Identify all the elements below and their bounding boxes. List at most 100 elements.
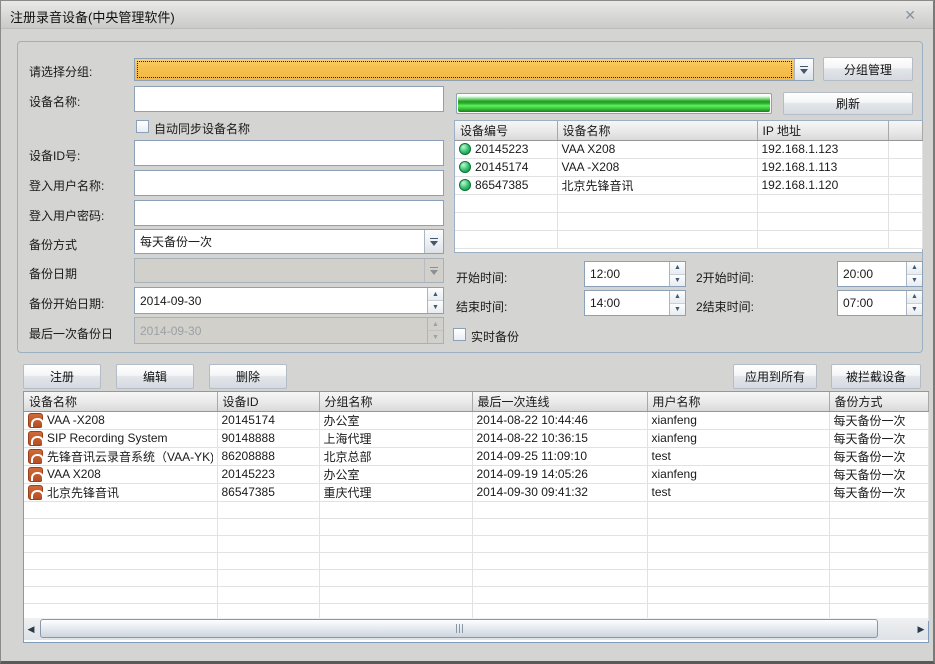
table-row[interactable]: 86547385 北京先锋音讯 192.168.1.120 xyxy=(455,176,922,194)
backup-start-spinner[interactable]: 2014-09-30 ▲ ▼ xyxy=(134,287,444,314)
scanned-device-table[interactable]: 设备编号 设备名称 IP 地址 20145223 VAA X208 192.16… xyxy=(454,120,923,253)
device-name: VAA X208 xyxy=(47,467,101,481)
spin-up-icon[interactable]: ▲ xyxy=(907,262,922,275)
online-led-icon xyxy=(459,161,471,173)
device-id: 86208888 xyxy=(217,447,319,465)
device-no: 20145223 xyxy=(475,142,528,156)
col-header-name[interactable]: 设备名称 xyxy=(24,392,217,411)
backup-mode: 每天备份一次 xyxy=(829,447,928,465)
login-user-input[interactable] xyxy=(134,170,444,196)
device-id: 20145223 xyxy=(217,465,319,483)
backup-mode-combobox[interactable]: 每天备份一次 xyxy=(134,229,444,254)
login-password-input[interactable] xyxy=(134,200,444,226)
backup-mode-dropdown-button[interactable] xyxy=(424,230,443,253)
device-name: VAA -X208 xyxy=(47,413,105,427)
scroll-right-icon[interactable]: ▶ xyxy=(914,618,928,640)
scroll-grip-icon xyxy=(459,624,460,633)
spin-down-icon[interactable]: ▼ xyxy=(670,275,685,287)
group-select-label: 请选择分组: xyxy=(29,63,92,80)
spin-down-icon[interactable]: ▼ xyxy=(907,304,922,316)
refresh-button-label: 刷新 xyxy=(836,95,860,112)
table-row[interactable]: 先锋音讯云录音系统（VAA-YK)... 86208888 北京总部 2014-… xyxy=(24,447,928,465)
col-header-user[interactable]: 用户名称 xyxy=(647,392,829,411)
col-header-empty xyxy=(888,121,922,140)
backup-mode: 每天备份一次 xyxy=(829,465,928,483)
user-name: xianfeng xyxy=(647,429,829,447)
scroll-thumb[interactable] xyxy=(40,619,878,638)
spin-up-icon[interactable]: ▲ xyxy=(428,288,443,301)
scroll-grip-icon xyxy=(462,624,463,633)
col-header-device-no[interactable]: 设备编号 xyxy=(455,121,557,140)
spin-up-icon[interactable]: ▲ xyxy=(907,291,922,304)
table-row[interactable]: 20145223 VAA X208 192.168.1.123 xyxy=(455,140,922,158)
col-header-id[interactable]: 设备ID xyxy=(217,392,319,411)
scroll-left-icon[interactable]: ◀ xyxy=(24,618,38,640)
scan-progress-bar xyxy=(456,93,772,114)
spin-down-icon[interactable]: ▼ xyxy=(907,275,922,287)
col-header-last-connect[interactable]: 最后一次连线 xyxy=(472,392,647,411)
phone-device-icon xyxy=(28,449,43,464)
start-time2-spinner[interactable]: 20:00 ▲▼ xyxy=(837,261,923,287)
device-id: 86547385 xyxy=(217,483,319,501)
scroll-track[interactable] xyxy=(38,618,914,640)
backup-date-value xyxy=(135,259,424,282)
backup-date-label: 备份日期 xyxy=(29,265,77,282)
spin-down-icon[interactable]: ▼ xyxy=(670,304,685,316)
table-row[interactable]: 20145174 VAA -X208 192.168.1.113 xyxy=(455,158,922,176)
delete-button[interactable]: 删除 xyxy=(209,364,287,389)
refresh-button[interactable]: 刷新 xyxy=(783,92,913,115)
auto-sync-checkbox[interactable] xyxy=(136,120,149,133)
login-password-label: 登入用户密码: xyxy=(29,207,104,224)
last-backup-spinner: 2014-09-30 ▲ ▼ xyxy=(134,317,444,344)
empty-row xyxy=(455,212,922,230)
device-id: 20145174 xyxy=(217,411,319,429)
dropdown-bar-icon xyxy=(800,66,808,67)
registered-devices-table[interactable]: 设备名称 设备ID 分组名称 最后一次连线 用户名称 备份方式 VAA -X20… xyxy=(24,392,928,621)
phone-device-icon xyxy=(28,413,43,428)
col-header-ip[interactable]: IP 地址 xyxy=(757,121,888,140)
register-button-label: 注册 xyxy=(50,368,74,385)
end-time2-spinner[interactable]: 07:00 ▲▼ xyxy=(837,290,923,316)
register-button[interactable]: 注册 xyxy=(23,364,101,389)
spin-up-icon[interactable]: ▲ xyxy=(670,262,685,275)
backup-start-label: 备份开始日期: xyxy=(29,295,104,312)
spin-up-icon[interactable]: ▲ xyxy=(670,291,685,304)
spin-down-icon[interactable]: ▼ xyxy=(428,301,443,313)
group-manage-button[interactable]: 分组管理 xyxy=(823,57,913,81)
table-row[interactable]: SIP Recording System 90148888 上海代理 2014-… xyxy=(24,429,928,447)
device-name-label: 设备名称: xyxy=(29,93,80,110)
end-time-spinner[interactable]: 14:00 ▲▼ xyxy=(584,290,686,316)
group-select-combobox[interactable] xyxy=(134,58,814,81)
horizontal-scrollbar[interactable]: ◀ ▶ xyxy=(24,618,928,640)
col-header-backup-mode[interactable]: 备份方式 xyxy=(829,392,928,411)
phone-device-icon xyxy=(28,431,43,446)
empty-row xyxy=(24,518,928,535)
table-row[interactable]: VAA -X208 20145174 办公室 2014-08-22 10:44:… xyxy=(24,411,928,429)
phone-device-icon xyxy=(28,467,43,482)
last-connect: 2014-09-19 14:05:26 xyxy=(472,465,647,483)
device-ip: 192.168.1.123 xyxy=(757,140,888,158)
last-backup-value: 2014-09-30 xyxy=(135,318,427,343)
blocked-devices-button[interactable]: 被拦截设备 xyxy=(831,364,921,389)
backup-mode: 每天备份一次 xyxy=(829,483,928,501)
close-icon[interactable]: ✕ xyxy=(904,7,916,24)
col-header-device-name[interactable]: 设备名称 xyxy=(557,121,757,140)
last-connect: 2014-08-22 10:36:15 xyxy=(472,429,647,447)
col-header-group[interactable]: 分组名称 xyxy=(319,392,472,411)
apply-all-button[interactable]: 应用到所有 xyxy=(733,364,817,389)
empty-row xyxy=(24,586,928,603)
device-name-input[interactable] xyxy=(134,86,444,112)
table-row[interactable]: VAA X208 20145223 办公室 2014-09-19 14:05:2… xyxy=(24,465,928,483)
blocked-devices-button-label: 被拦截设备 xyxy=(846,368,906,385)
realtime-backup-checkbox[interactable] xyxy=(453,328,466,341)
group-name: 上海代理 xyxy=(319,429,472,447)
table-row[interactable]: 北京先锋音讯 86547385 重庆代理 2014-09-30 09:41:32… xyxy=(24,483,928,501)
edit-button[interactable]: 编辑 xyxy=(116,364,194,389)
group-select-value xyxy=(135,59,794,80)
device-id-input[interactable] xyxy=(134,140,444,166)
auto-sync-label: 自动同步设备名称 xyxy=(154,120,250,137)
scroll-grip-icon xyxy=(456,624,457,633)
group-select-dropdown-button[interactable] xyxy=(794,59,813,80)
start-time-spinner[interactable]: 12:00 ▲▼ xyxy=(584,261,686,287)
start-time-value: 12:00 xyxy=(585,262,669,286)
